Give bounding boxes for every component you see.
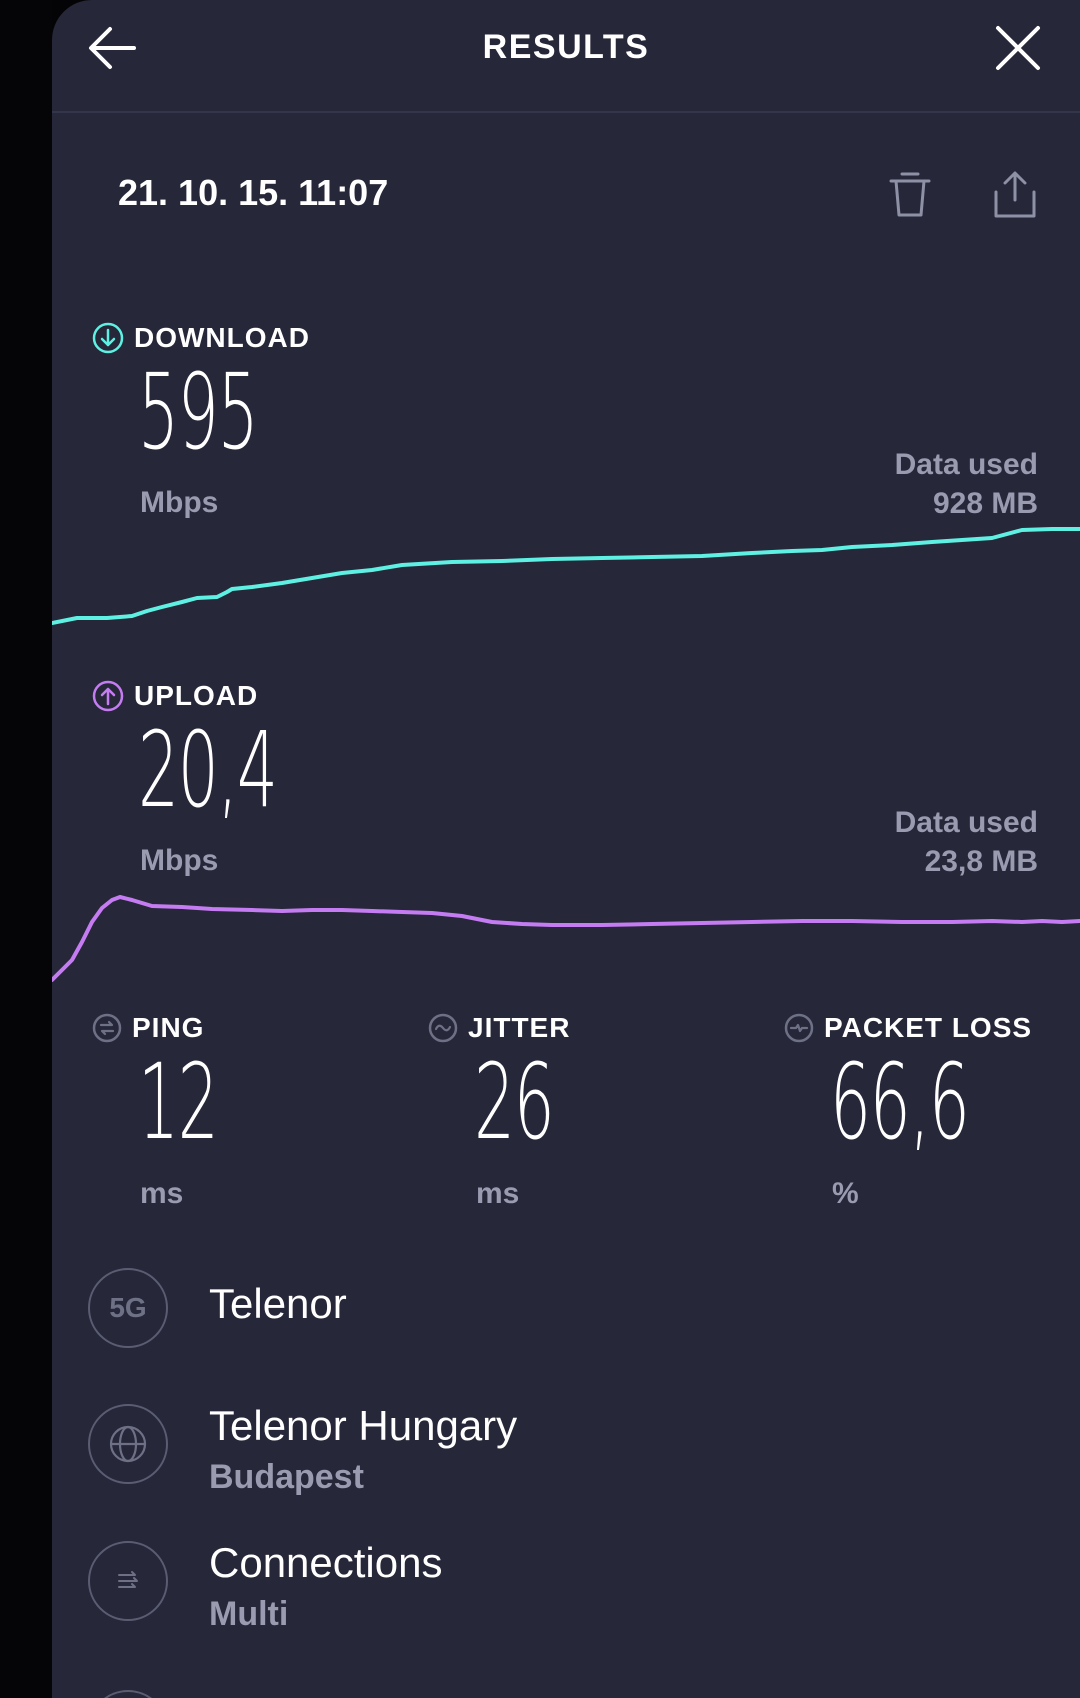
ping-value: 12 (138, 1041, 219, 1163)
upload-data-used-value: 23,8 MB (924, 845, 1038, 878)
screen-edge (0, 0, 52, 1698)
upload-speed-graph (52, 895, 1080, 982)
results-panel: RESULTS 21. 10. 15. 11:07 DOWNLOAD 595 M… (52, 0, 1080, 1698)
packet-loss-unit: % (832, 1177, 859, 1210)
result-datetime: 21. 10. 15. 11:07 (118, 172, 389, 213)
packet-loss-label-text: PACKET LOSS (824, 1012, 1033, 1043)
upload-data-used: Data used 23,8 MB (895, 803, 1038, 881)
jitter-label-text: JITTER (468, 1012, 571, 1043)
upload-data-used-label: Data used (894, 806, 1038, 839)
download-data-used: Data used 928 MB (895, 445, 1038, 523)
upload-value: 20,4 (138, 709, 278, 831)
packet-loss-label: PACKET LOSS (784, 1012, 1032, 1044)
upload-label-text: UPLOAD (134, 680, 259, 711)
download-arrow-icon (92, 322, 124, 354)
network-type-badge: 5G (88, 1268, 168, 1348)
share-button[interactable] (992, 170, 1038, 220)
upload-label: UPLOAD (92, 680, 258, 712)
connections-icon-svg (118, 1571, 138, 1588)
page-title: RESULTS (482, 28, 650, 66)
download-label-text: DOWNLOAD (134, 322, 310, 353)
jitter-icon (428, 1013, 458, 1043)
globe-icon-svg (109, 1425, 147, 1463)
server-row: Telenor Hungary Budapest (88, 1402, 988, 1504)
download-label: DOWNLOAD (92, 322, 310, 354)
ping-unit: ms (140, 1177, 184, 1210)
header-bar: RESULTS (52, 0, 1080, 113)
download-data-used-label: Data used (894, 448, 1038, 481)
jitter-label: JITTER (428, 1012, 570, 1044)
upload-unit: Mbps (140, 844, 219, 877)
close-icon (996, 26, 1040, 70)
jitter-value: 26 (474, 1041, 555, 1163)
connections-icon (88, 1541, 168, 1621)
connections-row: Connections Multi (88, 1539, 988, 1641)
network-provider-row: 5G Telenor (88, 1268, 988, 1348)
trash-icon (889, 172, 931, 217)
globe-icon (88, 1404, 168, 1484)
server-location: Budapest (209, 1458, 364, 1496)
packet-loss-icon (784, 1013, 814, 1043)
download-value: 595 (138, 351, 259, 473)
connections-label: Connections (209, 1539, 443, 1586)
delete-button[interactable] (888, 170, 932, 220)
jitter-unit: ms (476, 1177, 520, 1210)
next-row-icon (88, 1690, 168, 1698)
close-button[interactable] (992, 22, 1044, 74)
connections-value: Multi (209, 1595, 289, 1633)
packet-loss-value: 66,6 (830, 1041, 970, 1163)
server-name: Telenor Hungary (209, 1402, 518, 1449)
ping-label-text: PING (132, 1012, 205, 1043)
download-speed-graph (52, 527, 1080, 625)
network-provider-name: Telenor (209, 1280, 347, 1327)
ping-label: PING (92, 1012, 204, 1044)
upload-arrow-icon (92, 680, 124, 712)
network-type-text: 5G (109, 1292, 147, 1323)
ping-icon (92, 1013, 122, 1043)
share-icon (994, 171, 1036, 218)
